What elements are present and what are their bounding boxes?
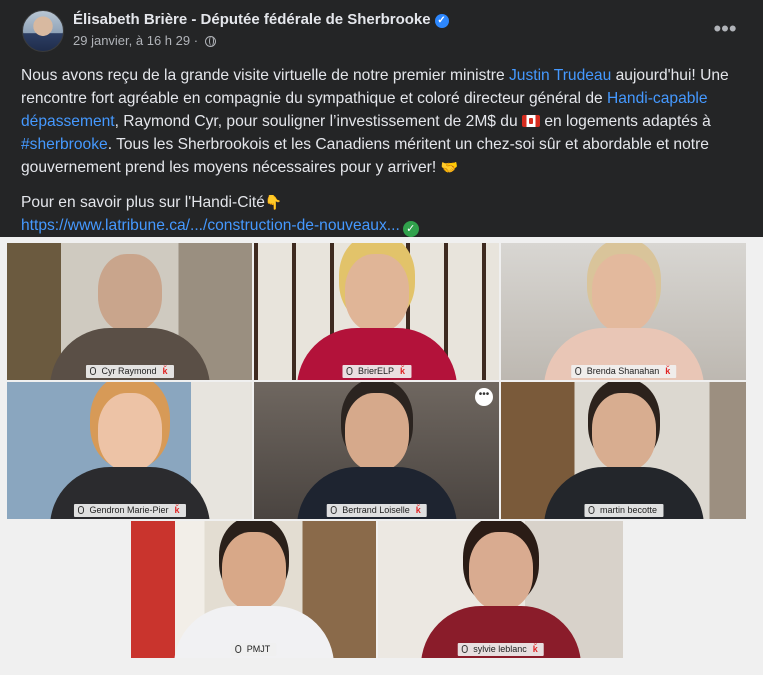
participant-tile-cyr-raymond: Cyr Raymond ǩ (7, 243, 252, 380)
text-segment: , Raymond Cyr, pour souligner l’investis… (114, 113, 522, 130)
muted-icon: ǩ (665, 366, 671, 376)
tile-options-icon[interactable]: ••• (475, 388, 493, 406)
participant-name: Bertrand Loiselle (342, 505, 410, 515)
participant-video (543, 254, 704, 380)
participant-video (173, 532, 334, 658)
more-options-icon[interactable]: ••• (707, 14, 743, 50)
verified-badge-icon: ✓ (434, 14, 449, 28)
participant-name: Gendron Marie-Pier (89, 505, 169, 515)
participant-video (49, 254, 210, 380)
check-mark-icon: ✓ (402, 221, 419, 237)
microphone-icon (461, 645, 468, 653)
participant-nametag: Bertrand Loiselle ǩ (326, 504, 427, 517)
microphone-icon (587, 506, 594, 514)
author-name-text[interactable]: Élisabeth Brière - Députée fédérale de S… (73, 11, 431, 28)
participant-name: PMJT (246, 644, 271, 654)
participant-name: sylvie leblanc (473, 644, 527, 654)
participant-tile-martin-becotte: martin becotte (501, 382, 746, 519)
hashtag-sherbrooke[interactable]: #sherbrooke (21, 136, 108, 153)
muted-icon: ǩ (415, 505, 421, 515)
participant-video (543, 393, 704, 519)
microphone-icon (574, 367, 581, 375)
mention-justin-trudeau[interactable]: Justin Trudeau (509, 67, 611, 84)
post-header: Élisabeth Brière - Députée fédérale de S… (16, 10, 747, 54)
author-avatar[interactable] (22, 10, 64, 52)
muted-icon: ǩ (162, 366, 168, 376)
microphone-icon (89, 367, 96, 375)
participant-nametag: PMJT (230, 643, 277, 656)
canada-flag-icon (522, 115, 540, 127)
participant-video (420, 532, 581, 658)
participant-name: BrierELP (357, 366, 394, 376)
participant-tile-brierelp: BrierELP ǩ (254, 243, 499, 380)
text-segment: en logements adaptés à (540, 113, 711, 130)
muted-icon: ǩ (400, 366, 406, 376)
post-paragraph-1: Nous avons reçu de la grande visite virt… (21, 64, 751, 179)
muted-icon: ǩ (532, 644, 538, 654)
post-timestamp[interactable]: 29 janvier, à 16 h 29 (73, 33, 190, 48)
participant-name: martin becotte (599, 505, 658, 515)
pointing-down-emoji: 👇 (264, 194, 283, 210)
participant-tile-gendron-marie-pier: Gendron Marie-Pier ǩ (7, 382, 252, 519)
video-call-screenshot[interactable]: Cyr Raymond ǩ BrierELP ǩ Brenda Shanahan ǩ … (0, 237, 763, 675)
handshake-emoji: 🤝 (440, 159, 458, 175)
post-meta: 29 janvier, à 16 h 29 · (73, 33, 216, 48)
participant-tile-sylvie-leblanc: sylvie leblanc ǩ (378, 521, 623, 658)
participant-nametag: BrierELP ǩ (341, 365, 412, 378)
meta-separator: · (193, 33, 199, 48)
text-segment: Pour en savoir plus sur l'Handi-Cité (21, 194, 265, 211)
article-link[interactable]: https://www.latribune.ca/.../constructio… (21, 217, 400, 234)
microphone-icon (345, 367, 352, 375)
participant-video (296, 393, 457, 519)
globe-icon[interactable] (204, 36, 216, 47)
facebook-post: Élisabeth Brière - Députée fédérale de S… (0, 0, 763, 675)
text-segment: Nous avons reçu de la grande visite virt… (21, 67, 509, 84)
participant-nametag: Gendron Marie-Pier ǩ (73, 504, 186, 517)
text-segment: . Tous les Sherbrookois et les Canadiens… (21, 136, 709, 176)
participant-nametag: Brenda Shanahan ǩ (570, 365, 677, 378)
participant-tile-brenda-shanahan: Brenda Shanahan ǩ (501, 243, 746, 380)
participant-nametag: Cyr Raymond ǩ (85, 365, 174, 378)
participant-nametag: sylvie leblanc ǩ (457, 643, 544, 656)
participant-name: Cyr Raymond (101, 366, 157, 376)
post-paragraph-2: Pour en savoir plus sur l'Handi-Cité👇 htt… (21, 191, 751, 237)
author-name[interactable]: Élisabeth Brière - Députée fédérale de S… (73, 11, 449, 28)
post-text: Nous avons reçu de la grande visite virt… (21, 64, 751, 249)
microphone-icon (234, 645, 241, 653)
participant-tile-bertrand-loiselle: Bertrand Loiselle ǩ ••• (254, 382, 499, 519)
muted-icon: ǩ (174, 505, 180, 515)
participant-video (49, 393, 210, 519)
participant-tile-pmjt: PMJT (131, 521, 376, 658)
microphone-icon (77, 506, 84, 514)
participant-name: Brenda Shanahan (586, 366, 660, 376)
microphone-icon (330, 506, 337, 514)
participant-nametag: martin becotte (583, 504, 664, 517)
participant-video (296, 254, 457, 380)
